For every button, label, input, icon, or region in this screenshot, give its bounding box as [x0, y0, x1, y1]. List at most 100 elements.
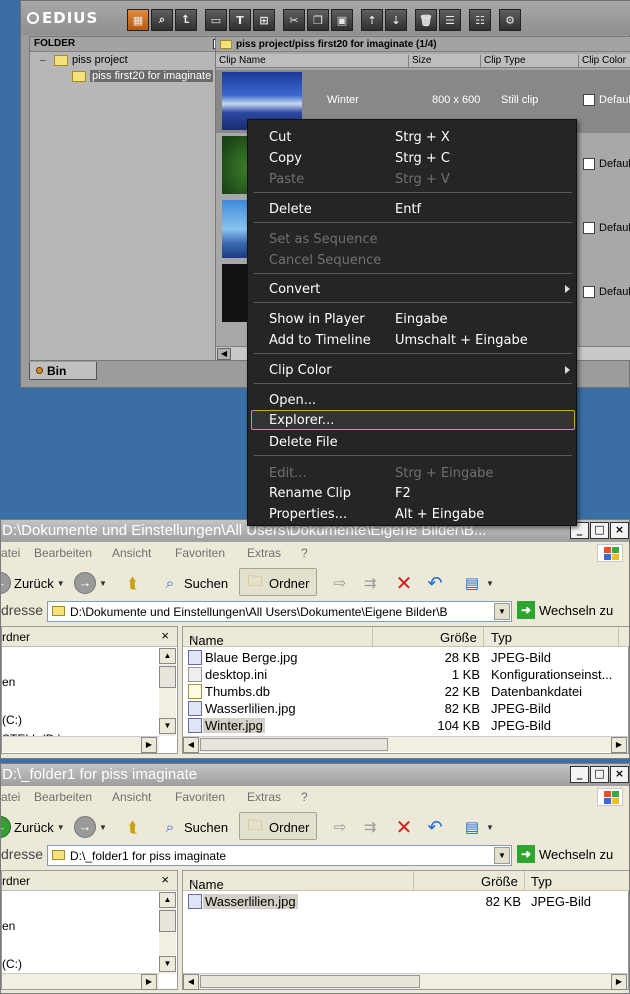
folders-button[interactable]: 🗀 Ordner [244, 572, 309, 594]
folder-tree-item[interactable]: (C:) [2, 713, 22, 727]
dropdown-icon[interactable]: ▼ [99, 579, 107, 588]
menu-bearbeiten[interactable]: Bearbeiten [34, 546, 92, 560]
dropdown-icon[interactable]: ▼ [57, 579, 65, 588]
column-divider[interactable] [483, 627, 484, 646]
menu-item-open[interactable]: Open... [248, 390, 578, 410]
paste-icon[interactable]: ▣ [331, 9, 353, 31]
horizontal-scrollbar[interactable]: ◀ ▶ [183, 736, 628, 753]
tree-item-piss-project[interactable]: – piss project [40, 54, 128, 66]
address-input[interactable]: D:\_folder1 for piss imaginate ▼ [47, 845, 512, 866]
clip-color-checkbox[interactable] [583, 222, 595, 234]
menu-item-delete-file[interactable]: Delete File [248, 432, 578, 452]
menu-favoriten[interactable]: Favoriten [175, 546, 225, 560]
clip-color-checkbox[interactable] [583, 158, 595, 170]
vertical-scrollbar[interactable]: ▲ ▼ [159, 892, 176, 974]
menu-help[interactable]: ? [301, 546, 308, 560]
move-to-button[interactable]: ⇨ [329, 816, 351, 838]
delete-button[interactable]: ✕ [393, 815, 415, 839]
copy-to-button[interactable]: ⇉ [359, 816, 381, 838]
address-dropdown-icon[interactable]: ▼ [494, 603, 510, 620]
menu-item-delete[interactable]: Delete Entf [248, 199, 578, 219]
column-divider[interactable] [618, 627, 619, 646]
up-folder-button[interactable]: ⮬ [122, 816, 144, 838]
folder-tree-item[interactable]: en [2, 919, 15, 933]
menu-item-cut[interactable]: Cut Strg + X [248, 127, 578, 147]
cut-icon[interactable]: ✂ [283, 9, 305, 31]
scroll-thumb[interactable] [159, 910, 176, 932]
move-to-button[interactable]: ⇨ [329, 572, 351, 594]
bin-tab[interactable]: Bin [29, 362, 97, 380]
dropdown-icon[interactable]: ▼ [486, 823, 494, 832]
column-size[interactable]: Größe [481, 874, 518, 889]
menu-item-set-as-sequence[interactable]: Set as Sequence [248, 229, 578, 249]
forward-button[interactable]: → ▼ [74, 572, 107, 594]
undo-button[interactable]: ↶ [424, 572, 446, 594]
file-row-selected[interactable]: Winter.jpg 104 KB JPEG-Bild [183, 717, 629, 734]
address-input[interactable]: D:\Dokumente und Einstellungen\All Users… [47, 601, 512, 622]
up-icon[interactable]: ⮤ [175, 9, 197, 31]
import-icon[interactable]: ⊞ [253, 9, 275, 31]
menu-item-cancel-sequence[interactable]: Cancel Sequence [248, 250, 578, 270]
file-row[interactable]: desktop.ini 1 KB Konfigurationseinst... [183, 666, 629, 683]
search-button[interactable]: ⌕ Suchen [159, 572, 228, 594]
scroll-right-icon[interactable]: ▶ [141, 974, 157, 990]
menu-item-explorer[interactable]: Explorer... [251, 410, 575, 430]
clip-color-checkbox[interactable] [583, 94, 595, 106]
column-clip-color[interactable]: Clip Color [578, 55, 626, 68]
scroll-left-icon[interactable]: ◀ [217, 348, 231, 360]
search-button[interactable]: ⌕ Suchen [159, 816, 228, 838]
view-icon[interactable]: ☷ [469, 9, 491, 31]
tools-icon[interactable]: ⚙ [499, 9, 521, 31]
menu-item-paste[interactable]: Paste Strg + V [248, 169, 578, 189]
menu-bearbeiten[interactable]: Bearbeiten [34, 790, 92, 804]
column-divider[interactable] [524, 871, 525, 890]
menu-item-show-in-player[interactable]: Show in Player Eingabe [248, 309, 578, 329]
menu-datei[interactable]: atei [1, 546, 20, 560]
scroll-right-icon[interactable]: ▶ [141, 737, 157, 753]
scroll-up-icon[interactable]: ▲ [159, 892, 176, 908]
menu-ansicht[interactable]: Ansicht [112, 790, 151, 804]
views-button[interactable]: ▤ ▼ [461, 816, 494, 838]
column-divider[interactable] [413, 871, 414, 890]
scroll-thumb[interactable] [200, 738, 388, 751]
horizontal-scrollbar[interactable]: ▶ [2, 736, 159, 753]
menu-item-clip-color[interactable]: Clip Color [248, 360, 578, 380]
menu-ansicht[interactable]: Ansicht [112, 546, 151, 560]
column-divider[interactable] [372, 627, 373, 646]
file-row-selected[interactable]: Wasserlilien.jpg 82 KB JPEG-Bild [183, 893, 629, 910]
horizontal-scrollbar[interactable]: ◀ ▶ [183, 973, 628, 990]
scroll-left-icon[interactable]: ◀ [183, 974, 199, 990]
column-size[interactable]: Größe [440, 630, 477, 645]
copy-to-button[interactable]: ⇉ [359, 572, 381, 594]
scroll-right-icon[interactable]: ▶ [611, 974, 627, 990]
copy-icon[interactable]: ❐ [307, 9, 329, 31]
folder-tree-item[interactable]: (C:) [2, 957, 22, 971]
scroll-left-icon[interactable]: ◀ [183, 737, 199, 753]
undo-button[interactable]: ↶ [424, 816, 446, 838]
bin-icon[interactable]: ▦ [127, 9, 149, 31]
menu-item-properties[interactable]: Properties... Alt + Eingabe [248, 504, 578, 524]
dropdown-icon[interactable]: ▼ [486, 579, 494, 588]
column-clip-type[interactable]: Clip Type [480, 55, 526, 68]
menu-datei[interactable]: atei [1, 790, 20, 804]
menu-item-edit[interactable]: Edit... Strg + Eingabe [248, 463, 578, 483]
menu-item-copy[interactable]: Copy Strg + C [248, 148, 578, 168]
menu-favoriten[interactable]: Favoriten [175, 790, 225, 804]
menu-item-add-to-timeline[interactable]: Add to Timeline Umschalt + Eingabe [248, 330, 578, 350]
maximize-button[interactable]: □ [590, 522, 609, 539]
horizontal-scrollbar[interactable]: ▶ [2, 973, 159, 990]
views-button[interactable]: ▤ ▼ [461, 572, 494, 594]
folders-pane-close-icon[interactable]: × [161, 872, 169, 887]
scroll-thumb[interactable] [159, 666, 176, 688]
maximize-button[interactable]: □ [590, 766, 609, 783]
timeline-icon[interactable]: ⇣ [385, 9, 407, 31]
column-size[interactable]: Size [408, 55, 431, 68]
menu-extras[interactable]: Extras [247, 790, 281, 804]
menu-extras[interactable]: Extras [247, 546, 281, 560]
title-icon[interactable]: T [229, 9, 251, 31]
tree-item-piss-first20[interactable]: piss first20 for imaginate [72, 70, 214, 82]
delete-icon[interactable]: 🗑 [415, 9, 437, 31]
menu-item-rename-clip[interactable]: Rename Clip F2 [248, 483, 578, 503]
folders-pane-close-icon[interactable]: × [161, 628, 169, 643]
dropdown-icon[interactable]: ▼ [57, 823, 65, 832]
